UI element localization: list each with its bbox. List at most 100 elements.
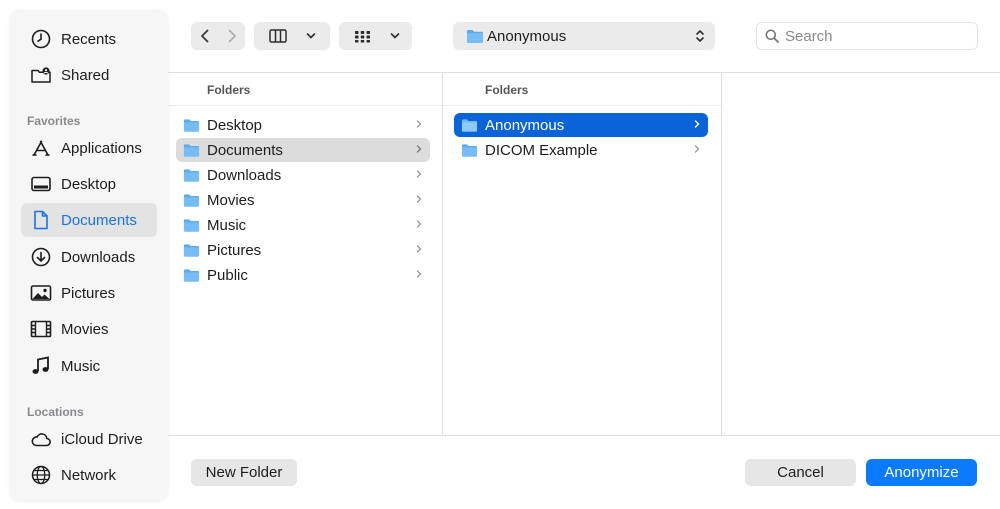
folder-name: Downloads bbox=[207, 166, 282, 184]
sidebar-item-label: Music bbox=[61, 357, 101, 375]
folder-icon bbox=[183, 269, 200, 282]
column-header: Folders bbox=[485, 83, 529, 97]
sidebar-item-label: Desktop bbox=[61, 175, 117, 193]
sidebar-item-label: Documents bbox=[61, 211, 137, 229]
folder-icon bbox=[183, 219, 200, 232]
sidebar-item-label: Recents bbox=[61, 30, 117, 48]
chevron-right-icon bbox=[416, 170, 422, 178]
sidebar: Recents Shared Favorites Applications De… bbox=[10, 10, 168, 500]
chevron-right-icon bbox=[694, 120, 700, 128]
sidebar-item-downloads[interactable]: Downloads bbox=[21, 240, 157, 274]
up-down-chevron-icon bbox=[696, 30, 704, 42]
folder-name: Documents bbox=[207, 141, 283, 159]
group-by-button[interactable] bbox=[339, 22, 412, 50]
column-header: Folders bbox=[207, 83, 251, 97]
column-2[interactable]: Folders Anonymous DICOM Example bbox=[443, 73, 722, 435]
column-browser: Folders Desktop Documents Downloads Movi… bbox=[168, 72, 1000, 436]
folder-name: Music bbox=[207, 216, 247, 234]
folder-icon bbox=[183, 144, 200, 157]
sidebar-item-music[interactable]: Music bbox=[21, 349, 157, 383]
locations-heading: Locations bbox=[27, 405, 84, 419]
chevron-right-icon bbox=[416, 145, 422, 153]
folder-name: Movies bbox=[207, 191, 255, 209]
folder-name: Public bbox=[207, 266, 248, 284]
view-mode-button[interactable] bbox=[254, 22, 330, 50]
folder-icon bbox=[183, 169, 200, 182]
folder-icon bbox=[183, 244, 200, 257]
chevron-right-icon bbox=[416, 220, 422, 228]
column-header-divider bbox=[168, 105, 442, 106]
sidebar-item-label: iCloud Drive bbox=[61, 430, 143, 448]
sidebar-item-label: Applications bbox=[61, 139, 142, 157]
folder-row-downloads[interactable]: Downloads bbox=[176, 163, 430, 187]
sidebar-item-label: Pictures bbox=[61, 284, 116, 302]
column-1[interactable]: Folders Desktop Documents Downloads Movi… bbox=[168, 73, 443, 435]
forward-button[interactable] bbox=[218, 22, 245, 50]
folder-icon bbox=[461, 144, 478, 157]
search-input[interactable] bbox=[785, 27, 965, 45]
nav-buttons bbox=[191, 22, 245, 50]
desktop-icon bbox=[30, 173, 52, 195]
folder-row-pictures[interactable]: Pictures bbox=[176, 238, 430, 262]
folder-icon bbox=[461, 119, 478, 132]
sidebar-item-desktop[interactable]: Desktop bbox=[21, 167, 157, 201]
folder-icon bbox=[183, 119, 200, 132]
film-icon bbox=[30, 318, 52, 340]
applications-icon bbox=[30, 137, 52, 159]
chevron-right-icon bbox=[416, 120, 422, 128]
download-icon bbox=[30, 246, 52, 268]
folder-icon bbox=[467, 30, 483, 43]
chevron-right-icon bbox=[416, 270, 422, 278]
music-note-icon bbox=[30, 355, 52, 377]
folder-row-music[interactable]: Music bbox=[176, 213, 430, 237]
document-icon bbox=[30, 209, 52, 231]
shared-folder-icon bbox=[30, 64, 52, 86]
folder-row-public[interactable]: Public bbox=[176, 263, 430, 287]
folder-row-desktop[interactable]: Desktop bbox=[176, 113, 430, 137]
current-folder-label: Anonymous bbox=[487, 27, 567, 45]
folder-row-documents[interactable]: Documents bbox=[176, 138, 430, 162]
sidebar-item-shared[interactable]: Shared bbox=[21, 58, 157, 92]
new-folder-button[interactable]: New Folder bbox=[191, 459, 297, 486]
clock-icon bbox=[30, 28, 52, 50]
chevron-right-icon bbox=[694, 145, 700, 153]
sidebar-item-documents[interactable]: Documents bbox=[21, 203, 157, 237]
sidebar-item-label: Movies bbox=[61, 320, 109, 338]
columns-view-icon bbox=[269, 29, 287, 43]
folder-row-dicom-example[interactable]: DICOM Example bbox=[454, 138, 708, 162]
sidebar-item-applications[interactable]: Applications bbox=[21, 131, 157, 165]
favorites-heading: Favorites bbox=[27, 114, 81, 128]
search-field[interactable] bbox=[756, 22, 978, 50]
back-button[interactable] bbox=[191, 22, 218, 50]
sidebar-item-pictures[interactable]: Pictures bbox=[21, 276, 157, 310]
sidebar-item-label: Shared bbox=[61, 66, 110, 84]
folder-name: Desktop bbox=[207, 116, 263, 134]
chevron-down-icon bbox=[390, 33, 400, 39]
sidebar-item-recents[interactable]: Recents bbox=[21, 22, 157, 56]
sidebar-item-network[interactable]: Network bbox=[21, 458, 157, 492]
chevron-right-icon bbox=[416, 195, 422, 203]
sidebar-item-icloud-drive[interactable]: iCloud Drive bbox=[21, 422, 157, 456]
chevron-right-icon bbox=[416, 245, 422, 253]
folder-name: Pictures bbox=[207, 241, 262, 259]
sidebar-item-movies[interactable]: Movies bbox=[21, 312, 157, 346]
search-icon bbox=[765, 29, 779, 43]
globe-icon bbox=[30, 464, 52, 486]
folder-name: Anonymous bbox=[485, 116, 565, 134]
current-folder-popup[interactable]: Anonymous bbox=[453, 22, 715, 50]
photo-icon bbox=[30, 282, 52, 304]
chevron-right-icon bbox=[228, 29, 236, 43]
sidebar-item-label: Network bbox=[61, 466, 117, 484]
chevron-left-icon bbox=[200, 29, 208, 43]
folder-row-movies[interactable]: Movies bbox=[176, 188, 430, 212]
folder-icon bbox=[183, 194, 200, 207]
folder-row-anonymous[interactable]: Anonymous bbox=[454, 113, 708, 137]
column-3[interactable] bbox=[722, 73, 1000, 435]
column-header-divider bbox=[443, 105, 721, 106]
chevron-down-icon bbox=[306, 33, 316, 39]
sidebar-item-label: Downloads bbox=[61, 248, 136, 266]
cloud-icon bbox=[30, 428, 52, 450]
cancel-button[interactable]: Cancel bbox=[745, 459, 856, 486]
anonymize-button[interactable]: Anonymize bbox=[866, 459, 977, 486]
folder-name: DICOM Example bbox=[485, 141, 598, 159]
